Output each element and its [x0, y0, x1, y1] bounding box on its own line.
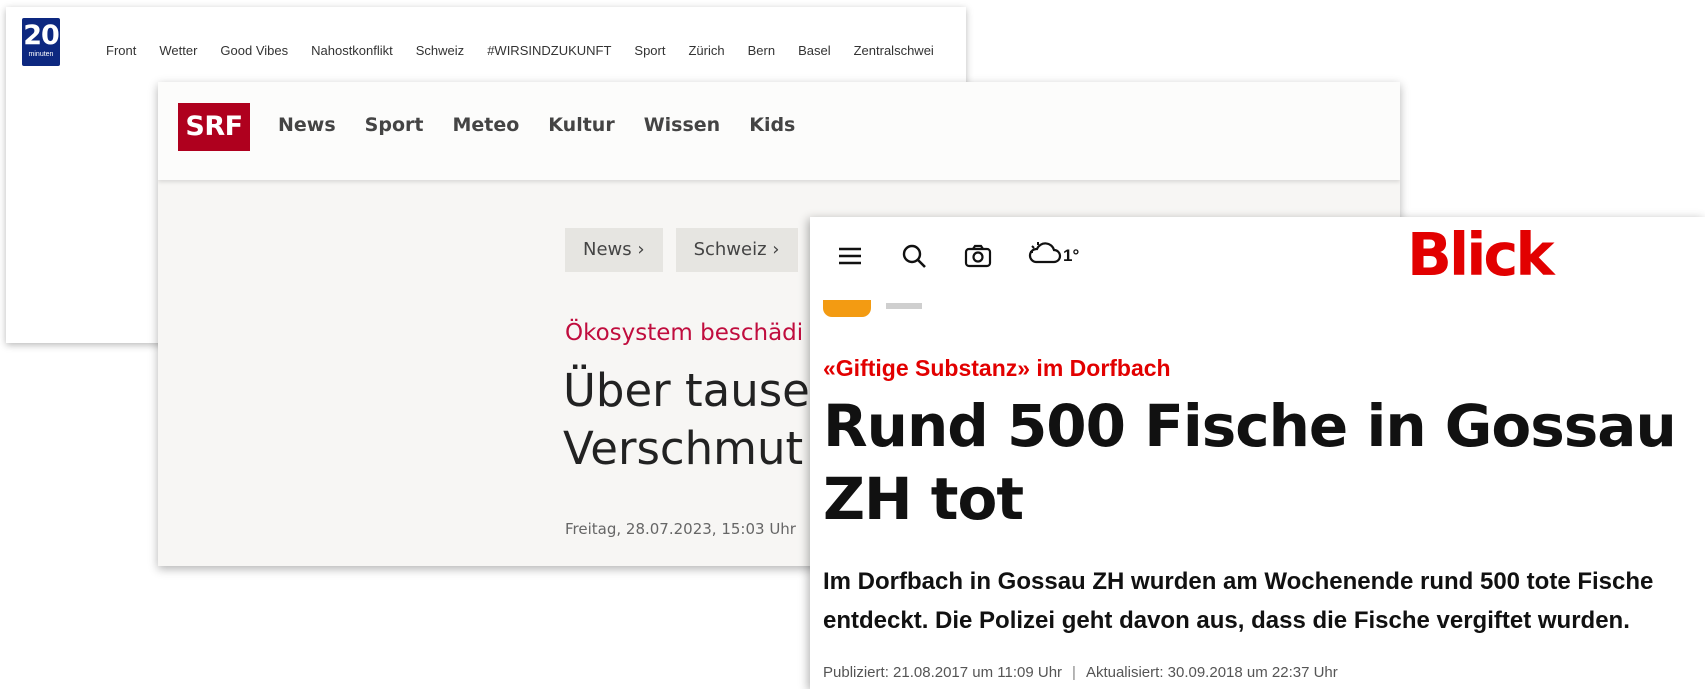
blick-headline: Rund 500 Fische in Gossau ZH tot	[823, 392, 1677, 533]
nav-item-sport[interactable]: Sport	[634, 43, 665, 58]
search-icon[interactable]	[900, 242, 928, 270]
srf-header: SRF News Sport Meteo Kultur Wissen Kids	[158, 82, 1400, 180]
breadcrumb-schweiz-label: Schweiz	[693, 239, 767, 260]
category-label-stub	[886, 303, 922, 309]
srf-nav: News Sport Meteo Kultur Wissen Kids	[278, 114, 824, 136]
srf-nav-meteo[interactable]: Meteo	[452, 114, 519, 136]
weather-temperature: 1°	[1063, 246, 1080, 265]
twenty-minuten-nav: Front Wetter Good Vibes Nahostkonflikt S…	[106, 43, 957, 58]
nav-item-schweiz[interactable]: Schweiz	[416, 43, 464, 58]
nav-item-good-vibes[interactable]: Good Vibes	[220, 43, 288, 58]
meta-separator: |	[1072, 664, 1076, 681]
nav-item-zuerich[interactable]: Zürich	[688, 43, 724, 58]
logo-number: 20	[23, 20, 60, 51]
blick-meta: Publiziert: 21.08.2017 um 11:09 Uhr | Aktu…	[823, 664, 1338, 681]
nav-item-nahostkonflikt[interactable]: Nahostkonflikt	[311, 43, 393, 58]
blick-window: 1° Blick «Giftige Substanz» im Dorfbach …	[810, 217, 1705, 689]
nav-item-basel[interactable]: Basel	[798, 43, 831, 58]
blick-logo[interactable]: Blick	[1407, 220, 1555, 289]
menu-icon[interactable]	[836, 242, 864, 270]
chevron-right-icon: ›	[637, 239, 645, 260]
blick-toolbar: 1°	[836, 240, 1115, 273]
published-date: Publiziert: 21.08.2017 um 11:09 Uhr	[823, 664, 1063, 681]
breadcrumb-news-label: News	[583, 239, 632, 260]
blick-lead: Im Dorfbach in Gossau ZH wurden am Woche…	[823, 568, 1654, 634]
srf-headline-line-2: Verschmut	[563, 422, 804, 475]
srf-date: Freitag, 28.07.2023, 15:03 Uhr	[565, 520, 796, 538]
chevron-right-icon: ›	[772, 239, 780, 260]
nav-item-wetter[interactable]: Wetter	[159, 43, 197, 58]
srf-headline-line-1: Über tause	[563, 364, 810, 417]
updated-date: Aktualisiert: 30.09.2018 um 22:37 Uhr	[1085, 664, 1338, 681]
breadcrumb-news[interactable]: News ›	[565, 228, 663, 272]
srf-nav-kids[interactable]: Kids	[749, 114, 795, 136]
srf-headline: Über tause Verschmut	[563, 362, 810, 478]
nav-item-zentralschweiz[interactable]: Zentralschwei	[854, 43, 934, 58]
blick-kicker: «Giftige Substanz» im Dorfbach	[823, 355, 1171, 381]
nav-item-wirsindzukunft[interactable]: #WIRSINDZUKUNFT	[487, 43, 611, 58]
srf-nav-wissen[interactable]: Wissen	[644, 114, 721, 136]
srf-kicker: Ökosystem beschädi	[565, 320, 804, 346]
weather-icon	[1028, 240, 1062, 273]
breadcrumb: News › Schweiz ›	[565, 228, 811, 272]
srf-nav-kultur[interactable]: Kultur	[548, 114, 614, 136]
logo-subtitle: minuten	[28, 51, 54, 58]
srf-nav-news[interactable]: News	[278, 114, 336, 136]
camera-icon[interactable]	[964, 242, 992, 270]
nav-item-bern[interactable]: Bern	[748, 43, 775, 58]
weather-widget[interactable]: 1°	[1028, 240, 1080, 273]
nav-item-front[interactable]: Front	[106, 43, 136, 58]
twenty-minuten-logo[interactable]: 20 minuten	[22, 18, 60, 66]
srf-logo[interactable]: SRF	[178, 103, 250, 151]
srf-nav-sport[interactable]: Sport	[365, 114, 424, 136]
category-badge[interactable]	[823, 300, 871, 317]
breadcrumb-schweiz[interactable]: Schweiz ›	[675, 228, 798, 272]
